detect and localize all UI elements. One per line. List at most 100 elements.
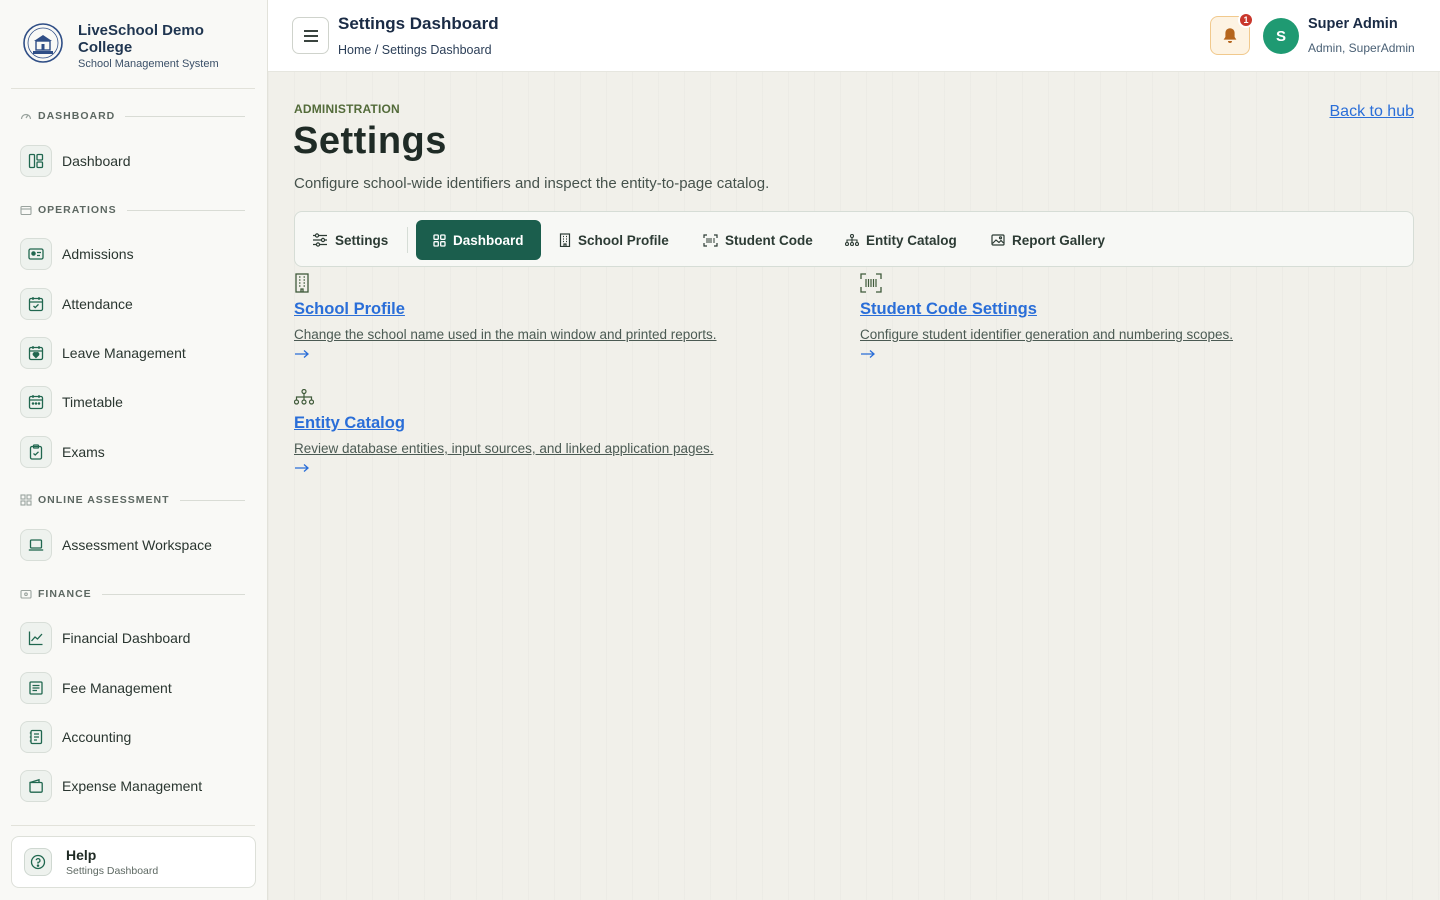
- grid-icon: [433, 233, 446, 247]
- settings-tabs: Settings Dashboard School Profile Studen…: [294, 211, 1414, 267]
- card-entity-catalog[interactable]: Entity Catalog Review database entities,…: [294, 386, 814, 478]
- sidebar-item-label: Assessment Workspace: [62, 537, 212, 553]
- divider: [11, 88, 255, 89]
- help-subtitle: Settings Dashboard: [66, 865, 159, 877]
- tab-entity-catalog[interactable]: Entity Catalog: [845, 220, 957, 260]
- sidebar-item-financial-dashboard[interactable]: Financial Dashboard: [20, 621, 245, 655]
- sidebar-item-label: Financial Dashboard: [62, 630, 191, 646]
- sidebar-item-label: Exams: [62, 444, 105, 460]
- arrow-right-icon[interactable]: [860, 346, 1380, 364]
- building-icon: [294, 272, 814, 294]
- wallet-icon: [20, 588, 32, 600]
- card-title-link[interactable]: Student Code Settings: [860, 300, 1380, 319]
- sidebar-item-fee-management[interactable]: Fee Management: [20, 671, 245, 705]
- sidebar-item-label: Fee Management: [62, 680, 172, 696]
- barcode-icon: [860, 272, 1380, 294]
- laptop-icon: [20, 529, 52, 561]
- brand-subtitle: School Management System: [78, 58, 219, 70]
- calendar-icon: [20, 386, 52, 418]
- sidebar-item-attendance[interactable]: Attendance: [20, 287, 245, 321]
- help-button[interactable]: Help Settings Dashboard: [11, 836, 256, 888]
- card-title-link[interactable]: Entity Catalog: [294, 414, 814, 433]
- section-online-assessment: ONLINE ASSESSMENT: [20, 493, 245, 507]
- sidebar-item-admissions[interactable]: Admissions: [20, 237, 245, 271]
- section-finance: FINANCE: [20, 587, 245, 601]
- sidebar-item-exams[interactable]: Exams: [20, 435, 245, 469]
- sidebar-item-label: Dashboard: [62, 153, 131, 169]
- sidebar-item-label: Timetable: [62, 394, 123, 410]
- arrow-right-icon[interactable]: [294, 346, 814, 364]
- tab-school-profile[interactable]: School Profile: [559, 220, 669, 260]
- breadcrumb: Home / Settings Dashboard: [338, 43, 492, 57]
- layout-icon: [20, 145, 52, 177]
- wallet-icon: [20, 770, 52, 802]
- sidebar: LiveSchool Demo College School Managemen…: [0, 0, 268, 900]
- sidebar-item-expense-management[interactable]: Expense Management: [20, 769, 245, 803]
- section-label: OPERATIONS: [38, 204, 117, 216]
- arrow-right-icon[interactable]: [294, 460, 814, 478]
- calendar-heart-icon: [20, 337, 52, 369]
- divider: [11, 825, 255, 826]
- user-role: Admin, SuperAdmin: [1308, 41, 1415, 55]
- sidebar-item-dashboard[interactable]: Dashboard: [20, 144, 245, 178]
- sidebar-item-assessment-workspace[interactable]: Assessment Workspace: [20, 528, 245, 562]
- sidebar-item-label: Admissions: [62, 246, 134, 262]
- sidebar-item-label: Leave Management: [62, 345, 186, 361]
- tab-report-gallery[interactable]: Report Gallery: [991, 220, 1105, 260]
- card-student-code-settings[interactable]: Student Code Settings Configure student …: [860, 272, 1380, 364]
- card-description[interactable]: Configure student identifier generation …: [860, 327, 1380, 342]
- page-description: Configure school-wide identifiers and in…: [294, 175, 770, 192]
- tab-label: Settings: [335, 232, 389, 248]
- tab-label: Student Code: [725, 232, 813, 248]
- main-content: ADMINISTRATION Settings Configure school…: [268, 72, 1440, 900]
- chart-line-icon: [20, 622, 52, 654]
- folder-icon: [20, 204, 32, 216]
- sidebar-item-accounting[interactable]: Accounting: [20, 720, 245, 754]
- tab-settings[interactable]: Settings: [312, 220, 388, 260]
- building-icon: [559, 233, 571, 247]
- tab-label: Report Gallery: [1012, 232, 1106, 248]
- header-title: Settings Dashboard: [338, 14, 499, 33]
- sitemap-icon: [845, 234, 859, 246]
- back-to-hub-link[interactable]: Back to hub: [1330, 103, 1415, 121]
- sidebar-item-label: Expense Management: [62, 778, 203, 794]
- question-circle-icon: [24, 848, 52, 876]
- receipt-icon: [20, 672, 52, 704]
- top-header: Settings Dashboard Home / Settings Dashb…: [268, 0, 1440, 72]
- sidebar-item-label: Attendance: [62, 296, 133, 312]
- tab-dashboard[interactable]: Dashboard: [416, 220, 541, 260]
- sidebar-item-timetable[interactable]: Timetable: [20, 385, 245, 419]
- sitemap-icon: [294, 386, 814, 408]
- id-card-icon: [20, 238, 52, 270]
- tab-student-code[interactable]: Student Code: [703, 220, 813, 260]
- section-label: ONLINE ASSESSMENT: [38, 494, 170, 506]
- help-title: Help: [66, 847, 97, 863]
- brand[interactable]: LiveSchool Demo College School Managemen…: [22, 22, 228, 70]
- gauge-icon: [20, 110, 32, 122]
- section-label: FINANCE: [38, 588, 92, 600]
- section-label: DASHBOARD: [38, 110, 116, 122]
- notification-badge: 1: [1238, 12, 1254, 28]
- image-icon: [991, 234, 1005, 246]
- barcode-icon: [703, 233, 718, 247]
- sidebar-item-label: Accounting: [62, 729, 132, 745]
- card-description[interactable]: Review database entities, input sources,…: [294, 441, 814, 456]
- card-title-link[interactable]: School Profile: [294, 300, 814, 319]
- tab-label: School Profile: [578, 232, 669, 248]
- card-school-profile[interactable]: School Profile Change the school name us…: [294, 272, 814, 364]
- page-title: Settings: [293, 120, 447, 162]
- menu-toggle-button[interactable]: [292, 17, 329, 54]
- section-eyebrow: ADMINISTRATION: [294, 102, 400, 116]
- section-operations: OPERATIONS: [20, 203, 245, 217]
- grid-icon: [20, 494, 32, 506]
- hamburger-icon: [303, 29, 318, 42]
- card-description[interactable]: Change the school name used in the main …: [294, 327, 814, 342]
- ledger-icon: [20, 721, 52, 753]
- sliders-icon: [312, 233, 328, 247]
- user-name[interactable]: Super Admin: [1308, 16, 1398, 32]
- clipboard-check-icon: [20, 436, 52, 468]
- avatar[interactable]: S: [1263, 18, 1299, 54]
- school-logo-icon: [23, 23, 63, 63]
- tab-label: Entity Catalog: [866, 232, 957, 248]
- sidebar-item-leave-management[interactable]: Leave Management: [20, 336, 245, 370]
